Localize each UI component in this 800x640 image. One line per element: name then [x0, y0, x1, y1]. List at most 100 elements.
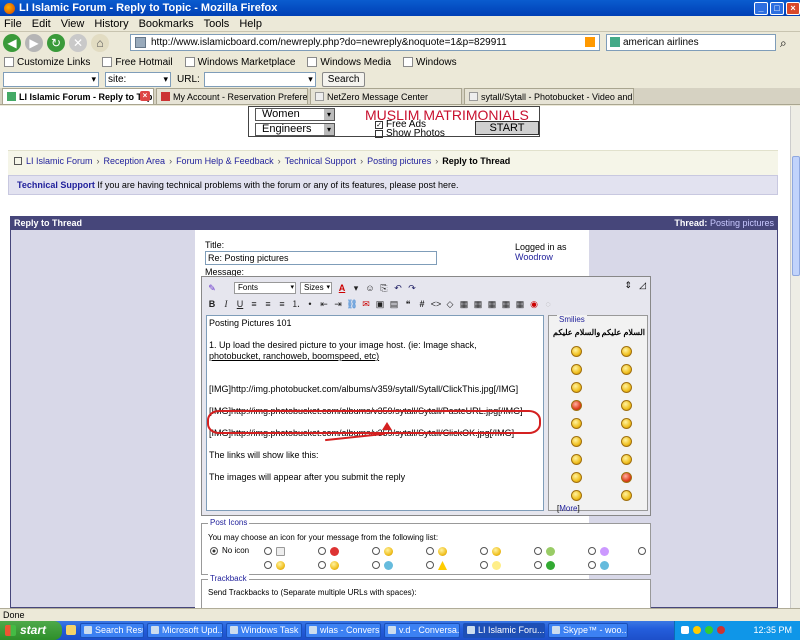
maximize-button[interactable]: □	[770, 1, 784, 15]
font-select[interactable]: Fonts	[234, 282, 296, 294]
ad-profession-select[interactable]: Engineers	[255, 123, 335, 136]
start-button[interactable]: start	[0, 621, 62, 640]
ad-show-photos-checkbox[interactable]: Show Photos	[375, 128, 445, 139]
ad-start-button[interactable]: START	[475, 121, 539, 135]
bookmark-customize-links[interactable]: Customize Links	[4, 57, 90, 68]
home-icon[interactable]: ⌂	[91, 34, 109, 52]
custom-tag-icon-3[interactable]: ▦	[486, 298, 498, 310]
smilie-icon[interactable]	[621, 364, 632, 375]
resize-icon[interactable]: ◿	[639, 280, 646, 291]
align-center-icon[interactable]: ≡	[262, 298, 274, 310]
php-icon[interactable]: ◇	[444, 298, 456, 310]
matrimonial-ad-banner[interactable]: Women Engineers MUSLIM MATRIMONIALS ✓Fre…	[248, 106, 540, 139]
username-link[interactable]: Woodrow	[515, 252, 553, 262]
menu-file[interactable]: File	[4, 18, 22, 30]
task-skype[interactable]: Skype™ - woo...	[548, 623, 628, 638]
message-textarea[interactable]: Posting Pictures 101 1. Up load the desi…	[206, 315, 544, 511]
post-icon-radio[interactable]	[534, 547, 542, 555]
tray-icon[interactable]	[693, 626, 701, 634]
link-icon[interactable]: ⛓	[346, 298, 358, 310]
menu-edit[interactable]: Edit	[32, 18, 51, 30]
smilie-icon[interactable]	[621, 490, 632, 501]
ad-gender-select[interactable]: Women	[255, 108, 335, 121]
crumb-thread[interactable]: Posting pictures	[367, 156, 431, 166]
reload-icon[interactable]: ↻	[47, 34, 65, 52]
search-box[interactable]: american airlines	[606, 34, 776, 51]
smilie-icon[interactable]	[571, 472, 582, 483]
task-microsoft-update[interactable]: Microsoft Upd...	[147, 623, 223, 638]
image-icon[interactable]: ▣	[374, 298, 386, 310]
task-windows-task[interactable]: Windows Task ...	[226, 623, 302, 638]
close-tab-icon[interactable]: ×	[140, 91, 150, 101]
page-scrollbar[interactable]	[790, 106, 800, 608]
tray-icon[interactable]	[681, 626, 689, 634]
smilie-icon[interactable]	[571, 346, 582, 357]
task-wlas-conversation[interactable]: wlas - Convers...	[305, 623, 381, 638]
numbered-list-icon[interactable]: ⒈	[290, 298, 302, 310]
clock[interactable]: 12:35 PM	[753, 625, 792, 635]
tab-my-account[interactable]: My Account - Reservation Preferences	[156, 88, 308, 104]
redo-icon[interactable]: ↷	[406, 282, 418, 294]
custom-tag-icon-7[interactable]: ◌	[542, 298, 554, 310]
task-vd-conversation[interactable]: v.d - Conversa...	[384, 623, 460, 638]
custom-tag-icon-2[interactable]: ▦	[472, 298, 484, 310]
post-icon-radio[interactable]	[264, 547, 272, 555]
custom-tag-icon-4[interactable]: ▦	[500, 298, 512, 310]
bookmark-free-hotmail[interactable]: Free Hotmail	[102, 57, 173, 68]
tab-photobucket[interactable]: sytall/Sytall - Photobucket - Video and.…	[464, 88, 634, 104]
smilie-menu-icon[interactable]: ☺	[364, 282, 376, 294]
post-icon-radio[interactable]	[426, 547, 434, 555]
stop-icon[interactable]: ✕	[69, 34, 87, 52]
crumb-forum[interactable]: LI Islamic Forum	[26, 156, 93, 166]
tab-netzero[interactable]: NetZero Message Center	[310, 88, 462, 104]
task-li-islamic-forum[interactable]: LI Islamic Foru...	[463, 623, 545, 638]
tray-icon[interactable]	[705, 626, 713, 634]
post-icon-radio[interactable]	[480, 547, 488, 555]
post-icon-radio[interactable]	[264, 561, 272, 569]
bookmark-windows-marketplace[interactable]: Windows Marketplace	[184, 57, 295, 68]
scrollbar-thumb[interactable]	[792, 156, 800, 276]
italic-icon[interactable]: I	[220, 298, 232, 310]
post-icon-radio[interactable]	[318, 547, 326, 555]
post-icon-radio[interactable]	[534, 561, 542, 569]
search-go-icon[interactable]: ⌕	[780, 36, 787, 51]
smilie-icon[interactable]	[571, 454, 582, 465]
forum-home-icon[interactable]	[14, 157, 22, 165]
smilie-icon[interactable]	[621, 346, 632, 357]
menu-view[interactable]: View	[61, 18, 85, 30]
quote-icon[interactable]: ❝	[402, 298, 414, 310]
smilie-icon[interactable]	[621, 418, 632, 429]
smilie-icon[interactable]	[621, 400, 632, 411]
toolbar-dropdown-1[interactable]	[3, 71, 99, 87]
indent-icon[interactable]: ⇥	[332, 298, 344, 310]
align-left-icon[interactable]: ≡	[248, 298, 260, 310]
post-icon-radio[interactable]	[638, 547, 646, 555]
smilie-icon[interactable]	[571, 490, 582, 501]
email-link-icon[interactable]: ✉	[360, 298, 372, 310]
custom-tag-icon-5[interactable]: ▦	[514, 298, 526, 310]
html-icon[interactable]: <>	[430, 298, 442, 310]
size-select[interactable]: Sizes	[300, 282, 332, 294]
smilie-icon[interactable]	[621, 472, 632, 483]
undo-icon[interactable]: ↶	[392, 282, 404, 294]
url-bar[interactable]: http://www.islamicboard.com/newreply.php…	[130, 34, 600, 51]
task-search-results[interactable]: Search Results	[80, 623, 144, 638]
post-icon-radio[interactable]	[372, 547, 380, 555]
bullet-list-icon[interactable]: •	[304, 298, 316, 310]
bold-icon[interactable]: B	[206, 298, 218, 310]
outdent-icon[interactable]: ⇤	[318, 298, 330, 310]
custom-tag-icon-1[interactable]: ▦	[458, 298, 470, 310]
back-arrow-icon[interactable]: ◀	[3, 34, 21, 52]
smilie-icon[interactable]	[571, 382, 582, 393]
post-icon-radio[interactable]	[588, 561, 596, 569]
window-title-bar[interactable]: LI Islamic Forum - Reply to Topic - Mozi…	[0, 0, 800, 16]
no-icon-radio[interactable]	[210, 547, 218, 555]
toolbar-search-button[interactable]: Search	[321, 71, 366, 87]
minimize-button[interactable]: _	[754, 1, 768, 15]
title-input[interactable]: Re: Posting pictures	[205, 251, 437, 265]
smilie-icon[interactable]	[571, 436, 582, 447]
smilie-icon[interactable]	[621, 382, 632, 393]
rss-icon[interactable]	[585, 37, 595, 47]
post-icon-radio[interactable]	[426, 561, 434, 569]
attachment-icon[interactable]: ⎘	[378, 282, 390, 294]
